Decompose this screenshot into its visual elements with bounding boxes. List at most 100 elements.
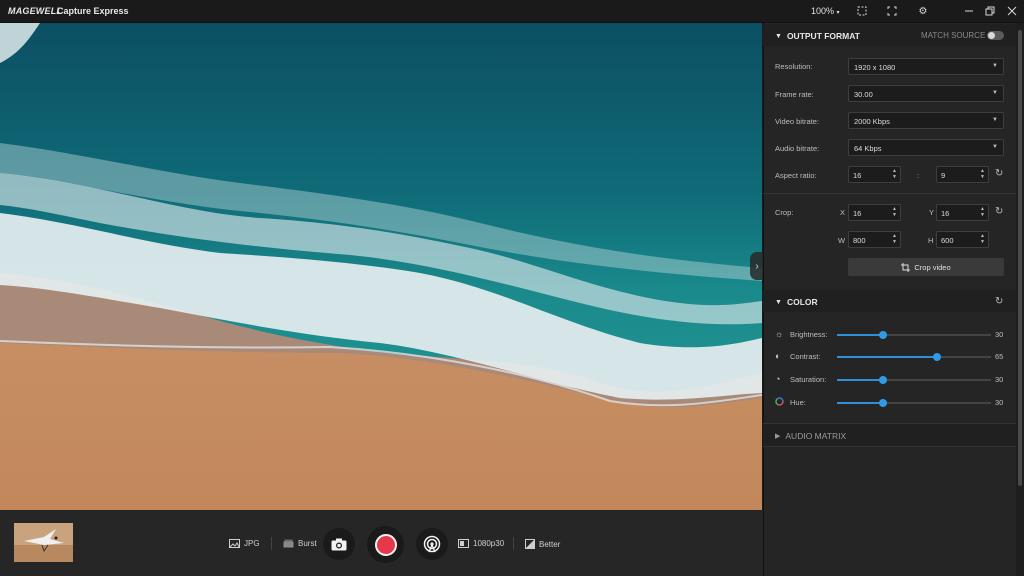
zoom-level[interactable]: 100% ▾	[811, 6, 840, 16]
aspect-height-input[interactable]: 9 ▲ ▼	[936, 166, 989, 183]
crop-label: Crop:	[775, 208, 794, 217]
panel-scroll-thumb[interactable]	[1018, 30, 1022, 486]
capture-thumbnail[interactable]	[14, 523, 73, 562]
separator	[513, 537, 514, 550]
crop-y-label: Y	[929, 208, 935, 217]
stream-button[interactable]	[416, 528, 448, 560]
separator	[271, 537, 272, 550]
audio-bitrate-select[interactable]: 64 Kbps ▼	[848, 139, 1004, 156]
slider-label: Contrast:	[790, 352, 821, 361]
slider-handle[interactable]	[879, 331, 888, 339]
crop-x-input[interactable]: 16 ▲ ▼	[848, 204, 901, 221]
settings-gear-icon[interactable]: ⚙	[916, 4, 930, 18]
crop-reset-icon[interactable]: ↻	[995, 206, 1003, 217]
contrast-icon: ◐	[775, 351, 781, 361]
minimize-icon[interactable]	[962, 4, 976, 18]
resolution-icon	[458, 539, 469, 548]
slider-row-brightness: ☼ Brightness: 30	[775, 329, 1005, 341]
app-title: Capture Express	[57, 6, 129, 16]
collapse-triangle-icon: ▼	[775, 32, 782, 40]
stepper-icon: ▲ ▼	[980, 233, 985, 245]
collapse-triangle-icon: ▼	[775, 298, 782, 306]
image-icon	[229, 539, 240, 548]
color-reset-icon[interactable]: ↻	[995, 296, 1003, 307]
quality-label: Better	[539, 539, 561, 549]
frame-rate-label: Frame rate:	[775, 90, 814, 99]
slider-value: 65	[995, 352, 1004, 361]
slider-row-contrast: ◐ Contrast: 65	[775, 351, 1005, 363]
slider-track[interactable]	[837, 331, 991, 339]
slider-handle[interactable]	[879, 399, 888, 407]
audio-matrix-title[interactable]: ▶ AUDIO MATRIX	[775, 431, 846, 441]
crop-y-input[interactable]: 16 ▲ ▼	[936, 204, 989, 221]
slider-track[interactable]	[837, 376, 991, 384]
divider	[763, 446, 1016, 447]
close-icon[interactable]	[1005, 4, 1019, 18]
fullscreen-icon[interactable]	[885, 4, 899, 18]
slider-label: Saturation:	[790, 375, 827, 384]
crop-x-label: X	[840, 208, 846, 217]
slider-value: 30	[995, 375, 1004, 384]
stepper-icon: ▲ ▼	[892, 168, 897, 180]
record-button[interactable]	[367, 526, 404, 563]
burst-selector[interactable]: Burst	[283, 539, 317, 548]
region-select-icon[interactable]	[855, 4, 869, 18]
slider-row-saturation: ◔ Saturation: 30	[775, 374, 1005, 386]
video-bitrate-label: Video bitrate:	[775, 117, 820, 126]
video-bitrate-select[interactable]: 2000 Kbps ▼	[848, 112, 1004, 129]
output-format-title[interactable]: ▼ OUTPUT FORMAT	[775, 31, 860, 41]
slider-handle[interactable]	[933, 353, 942, 361]
burst-label: Burst	[298, 539, 317, 548]
resolution-select[interactable]: 1920 x 1080 ▼	[848, 58, 1004, 75]
slider-track[interactable]	[837, 353, 991, 361]
slider-fill	[837, 402, 884, 404]
hue-icon	[775, 397, 785, 407]
divider	[763, 193, 1016, 194]
chevron-down-icon: ▼	[992, 63, 998, 69]
toggle-knob	[988, 32, 995, 39]
slider-fill	[837, 356, 938, 358]
stepper-icon: ▲ ▼	[892, 233, 897, 245]
slider-track[interactable]	[837, 399, 991, 407]
crop-icon	[901, 262, 911, 272]
crop-h-input[interactable]: 600 ▲ ▼	[936, 231, 989, 248]
aspect-ratio-label: Aspect ratio:	[775, 171, 817, 180]
slider-fill	[837, 379, 884, 381]
chevron-down-icon: ▼	[992, 117, 998, 123]
restore-icon[interactable]	[983, 4, 997, 18]
color-title[interactable]: ▼ COLOR	[775, 297, 818, 307]
stepper-icon: ▲ ▼	[980, 168, 985, 180]
aspect-width-input[interactable]: 16 ▲ ▼	[848, 166, 901, 183]
slider-label: Brightness:	[790, 330, 828, 339]
camera-icon	[331, 538, 347, 550]
crop-video-button[interactable]: Crop video	[848, 258, 1004, 276]
burst-icon	[283, 539, 294, 548]
slider-value: 30	[995, 330, 1004, 339]
crop-w-label: W	[838, 236, 846, 245]
format-selector[interactable]: JPG	[229, 539, 260, 548]
crop-h-label: H	[928, 236, 934, 245]
slider-value: 30	[995, 398, 1004, 407]
slider-fill	[837, 334, 884, 336]
slider-handle[interactable]	[879, 376, 888, 384]
resolution-field-label: Resolution:	[775, 62, 813, 71]
title-bar: MAGEWELL Capture Express 100% ▾ ⚙	[0, 0, 1024, 23]
audio-bitrate-label: Audio bitrate:	[775, 144, 820, 153]
beach-aerial-image	[0, 23, 762, 510]
video-preview	[0, 23, 762, 510]
crop-w-input[interactable]: 800 ▲ ▼	[848, 231, 901, 248]
broadcast-icon	[423, 535, 441, 553]
frame-rate-select[interactable]: 30.00 ▼	[848, 85, 1004, 102]
quality-icon	[525, 539, 535, 549]
stepper-icon: ▲ ▼	[892, 206, 897, 218]
aspect-separator: :	[917, 171, 920, 180]
collapse-panel-chevron-icon[interactable]: ›	[750, 252, 764, 280]
resolution-selector[interactable]: 1080p30	[458, 539, 504, 548]
slider-label: Hue:	[790, 398, 806, 407]
match-source-label: MATCH SOURCE	[921, 31, 986, 40]
quality-selector[interactable]: Better	[525, 539, 560, 549]
chevron-down-icon: ▼	[992, 144, 998, 150]
brightness-icon: ☼	[775, 329, 784, 339]
aspect-reset-icon[interactable]: ↻	[995, 168, 1003, 179]
snapshot-button[interactable]	[323, 528, 355, 560]
